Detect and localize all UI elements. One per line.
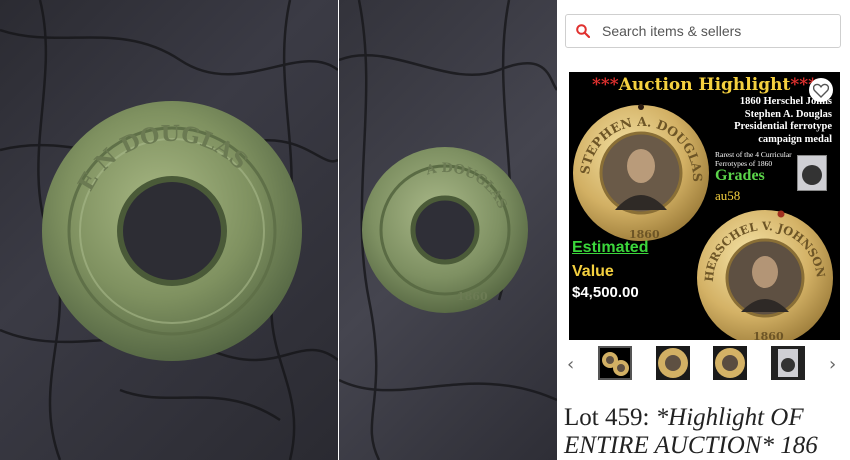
thumbnail-4[interactable] [771,346,805,380]
search-icon [576,24,590,38]
douglas-medal: STEPHEN A. DOUGLAS 1860 [573,104,709,241]
desc-line: Presidential ferrotype [734,121,832,132]
banner-title: ***Auction Highlight*** [569,75,840,95]
desc-line: Stephen A. Douglas [744,108,832,120]
search-input[interactable] [600,22,824,40]
lot-title-line1: *Highlight OF [655,404,804,431]
desc-line: campaign medal [758,133,832,145]
thumbnail-2[interactable] [656,346,690,380]
listing-hero-image[interactable]: ***Auction Highlight*** 1860 Herschel Jo… [569,72,840,340]
estimated-label: Estimated [572,239,649,256]
thumbnail-1[interactable] [598,346,632,380]
listing-panel: ***Auction Highlight*** 1860 Herschel Jo… [557,0,850,460]
small-coin: A DOUGLAS 1860 [362,147,528,313]
thumbnail-3[interactable] [713,346,747,380]
lot-prefix: Lot 459: [564,404,656,431]
small-coin-year: 1860 [457,290,488,303]
estimated-price: $4,500.00 [572,284,639,301]
banner-stars-left: *** [592,75,619,95]
johnson-medal: HERSCHEL V. JOHNSON 1860 [697,210,833,340]
lot-title-line2: ENTIRE AUCTION* 186 [564,432,818,459]
grades-label: Grades [715,167,765,184]
chevron-left-icon[interactable]: ‹ [567,354,574,375]
banner-title-text: Auction Highlight [618,75,791,95]
value-label: Value [572,263,614,280]
photo-small-medal: A DOUGLAS 1860 [339,0,557,460]
johnson-year: 1860 [753,330,784,340]
desc-line: 1860 Herschel Johns [739,96,832,107]
banner-description: 1860 Herschel Johns Stephen A. Douglas P… [704,96,832,146]
lot-title[interactable]: Lot 459: *Highlight OF ENTIRE AUCTION* 1… [564,404,850,460]
graded-slab-image [797,155,827,191]
search-bar[interactable] [565,14,841,48]
chevron-right-icon[interactable]: › [829,354,836,375]
photo-large-medal: E N DOUGLAS [0,0,338,460]
large-coin: E N DOUGLAS [42,101,302,361]
thumbnail-strip: ‹ › [565,346,842,382]
